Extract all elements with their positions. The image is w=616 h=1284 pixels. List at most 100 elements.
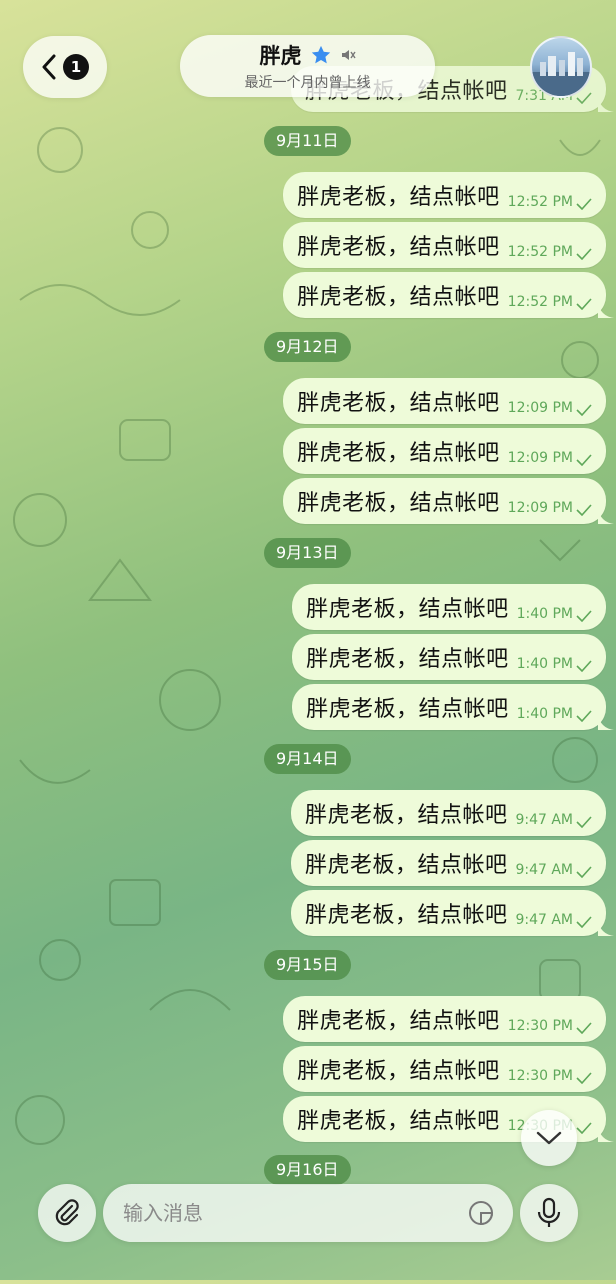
message-input-box[interactable] xyxy=(103,1184,513,1242)
sent-check-icon xyxy=(576,504,592,516)
message-feed[interactable]: 胖虎老板，结点帐吧7:31 AM9月11日胖虎老板，结点帐吧12:52 PM胖虎… xyxy=(0,0,616,1280)
chevron-down-icon xyxy=(536,1131,562,1145)
message-time: 12:30 PM xyxy=(507,1018,573,1034)
message-text: 胖虎老板，结点帐吧 xyxy=(297,1009,500,1034)
message-bubble[interactable]: 胖虎老板，结点帐吧 1:40 PM xyxy=(292,684,614,730)
message-time: 12:09 PM xyxy=(507,500,573,516)
scroll-down-button[interactable] xyxy=(521,1110,577,1166)
sent-check-icon xyxy=(576,92,592,104)
message-bubble[interactable]: 胖虎老板，结点帐吧 9:47 AM xyxy=(290,890,614,936)
message-meta: 1:40 PM xyxy=(517,706,592,722)
unread-badge: 1 xyxy=(63,54,89,80)
date-separator: 9月11日 xyxy=(264,126,351,156)
bubble-tail xyxy=(598,508,614,524)
chat-name: 胖虎 xyxy=(259,44,302,68)
back-button[interactable]: 1 xyxy=(23,36,107,98)
message-time: 1:40 PM xyxy=(516,706,573,722)
message-text: 胖虎老板，结点帐吧 xyxy=(297,1109,500,1134)
message-time: 12:52 PM xyxy=(507,194,573,210)
date-separator: 9月14日 xyxy=(264,744,351,774)
message-meta: 12:09 PM xyxy=(508,400,592,416)
star-icon xyxy=(311,45,330,64)
sent-check-icon xyxy=(576,1122,592,1134)
muted-icon xyxy=(341,50,356,60)
message-time: 1:40 PM xyxy=(516,656,573,672)
paperclip-icon xyxy=(55,1199,79,1226)
message-time: 12:52 PM xyxy=(507,244,573,260)
message-text: 胖虎老板，结点帐吧 xyxy=(306,597,509,622)
message-text: 胖虎老板，结点帐吧 xyxy=(297,185,500,210)
bubble-tail xyxy=(598,1126,614,1142)
sticker-icon[interactable] xyxy=(467,1199,495,1227)
message-text: 胖虎老板，结点帐吧 xyxy=(306,697,509,722)
message-text: 胖虎老板，结点帐吧 xyxy=(297,391,500,416)
sent-check-icon xyxy=(576,1072,592,1084)
message-text: 胖虎老板，结点帐吧 xyxy=(304,853,508,878)
sent-check-icon xyxy=(576,198,592,210)
message-meta: 12:09 PM xyxy=(508,450,592,466)
message-text: 胖虎老板，结点帐吧 xyxy=(297,441,500,466)
date-separator: 9月12日 xyxy=(264,332,351,362)
date-separator: 9月13日 xyxy=(264,538,351,568)
sent-check-icon xyxy=(576,866,592,878)
message-text: 胖虎老板，结点帐吧 xyxy=(306,647,509,672)
chevron-left-icon xyxy=(42,54,56,80)
message-meta: 12:52 PM xyxy=(508,294,592,310)
chat-title-button[interactable]: 胖虎 最近一个月内曾上线 xyxy=(180,35,435,97)
message-text: 胖虎老板，结点帐吧 xyxy=(304,803,508,828)
sent-check-icon xyxy=(576,1022,592,1034)
message-bubble[interactable]: 胖虎老板，结点帐吧 12:09 PM xyxy=(283,478,614,524)
date-separator: 9月16日 xyxy=(264,1155,351,1185)
message-bubble[interactable]: 胖虎老板，结点帐吧 12:52 PM xyxy=(283,172,606,218)
attach-button[interactable] xyxy=(38,1184,96,1242)
message-text: 胖虎老板，结点帐吧 xyxy=(297,491,500,516)
message-text: 胖虎老板，结点帐吧 xyxy=(297,285,500,310)
sent-check-icon xyxy=(576,610,592,622)
message-meta: 1:40 PM xyxy=(517,656,592,672)
message-time: 9:47 AM xyxy=(515,812,573,828)
message-meta: 9:47 AM xyxy=(515,812,592,828)
message-text: 胖虎老板，结点帐吧 xyxy=(304,903,508,928)
message-meta: 9:47 AM xyxy=(515,862,592,878)
microphone-icon xyxy=(537,1197,561,1227)
bubble-tail xyxy=(598,302,614,318)
message-time: 12:09 PM xyxy=(507,450,573,466)
avatar[interactable] xyxy=(530,36,592,98)
message-meta: 12:09 PM xyxy=(508,500,592,516)
message-meta: 12:30 PM xyxy=(508,1018,592,1034)
date-separator: 9月15日 xyxy=(264,950,351,980)
last-seen-status: 最近一个月内曾上线 xyxy=(244,75,371,91)
message-bubble[interactable]: 胖虎老板，结点帐吧 12:52 PM xyxy=(283,272,614,318)
message-time: 12:09 PM xyxy=(507,400,573,416)
message-bubble[interactable]: 胖虎老板，结点帐吧 12:09 PM xyxy=(283,378,606,424)
message-time: 1:40 PM xyxy=(516,606,573,622)
message-bubble[interactable]: 胖虎老板，结点帐吧 12:09 PM xyxy=(283,428,606,474)
message-meta: 12:52 PM xyxy=(508,244,592,260)
message-bubble[interactable]: 胖虎老板，结点帐吧 1:40 PM xyxy=(292,634,606,680)
message-time: 9:47 AM xyxy=(515,862,573,878)
message-time: 9:47 AM xyxy=(515,912,573,928)
message-meta: 9:47 AM xyxy=(515,912,592,928)
message-text: 胖虎老板，结点帐吧 xyxy=(297,235,500,260)
sent-check-icon xyxy=(576,710,592,722)
message-bubble[interactable]: 胖虎老板，结点帐吧 9:47 AM xyxy=(290,790,606,836)
message-input[interactable] xyxy=(121,1200,467,1226)
sent-check-icon xyxy=(576,916,592,928)
sent-check-icon xyxy=(576,248,592,260)
message-bubble[interactable]: 胖虎老板，结点帐吧 12:30 PM xyxy=(283,996,606,1042)
sent-check-icon xyxy=(576,298,592,310)
sent-check-icon xyxy=(576,404,592,416)
message-bubble[interactable]: 胖虎老板，结点帐吧 9:47 AM xyxy=(290,840,606,886)
message-meta: 12:52 PM xyxy=(508,194,592,210)
message-bubble[interactable]: 胖虎老板，结点帐吧 12:52 PM xyxy=(283,222,606,268)
message-text: 胖虎老板，结点帐吧 xyxy=(297,1059,500,1084)
avatar-image xyxy=(532,52,590,96)
bubble-tail xyxy=(598,96,614,112)
message-bubble[interactable]: 胖虎老板，结点帐吧 12:30 PM xyxy=(283,1046,606,1092)
microphone-button[interactable] xyxy=(520,1184,578,1242)
sent-check-icon xyxy=(576,660,592,672)
message-bubble[interactable]: 胖虎老板，结点帐吧 1:40 PM xyxy=(292,584,606,630)
message-meta: 1:40 PM xyxy=(517,606,592,622)
sent-check-icon xyxy=(576,816,592,828)
message-time: 12:52 PM xyxy=(507,294,573,310)
